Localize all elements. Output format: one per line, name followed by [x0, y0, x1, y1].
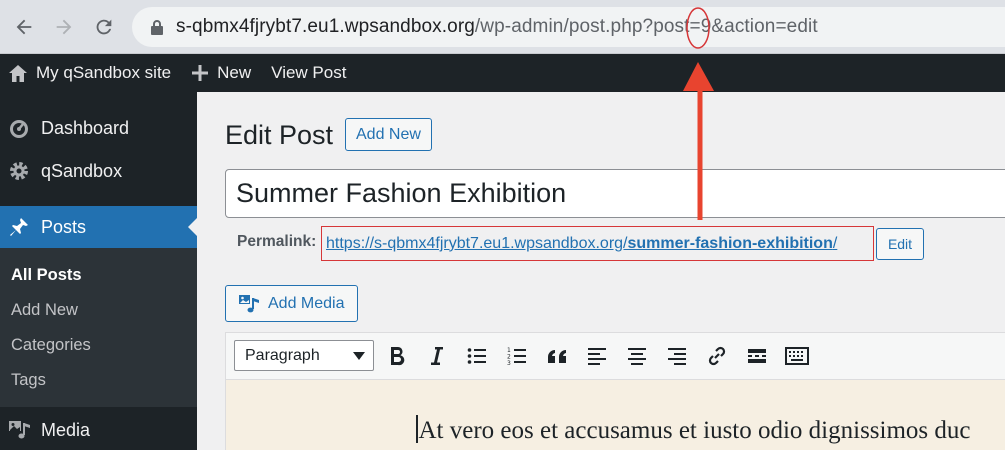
browser-toolbar: s-qbmx4fjrybt7.eu1.wpsandbox.org/wp-admi…	[0, 0, 1005, 54]
permalink-link[interactable]: https://s-qbmx4fjrybt7.eu1.wpsandbox.org…	[326, 235, 837, 253]
permalink-edit-button[interactable]: Edit	[876, 228, 924, 260]
url-host: s-qbmx4fjrybt7.eu1.wpsandbox.org	[176, 16, 475, 37]
submenu-all-posts[interactable]: All Posts	[11, 266, 82, 285]
add-media-label: Add Media	[268, 294, 345, 312]
submenu-add-new[interactable]: Add New	[11, 301, 78, 320]
permalink-trailing: /	[832, 234, 838, 252]
url-suffix: &action=edit	[711, 16, 818, 37]
pushpin-icon	[10, 218, 28, 236]
numbered-list-button[interactable]: 123	[504, 343, 530, 369]
quote-icon	[548, 350, 566, 363]
permalink-label: Permalink:	[237, 233, 317, 250]
permalink-base: https://s-qbmx4fjrybt7.eu1.wpsandbox.org…	[326, 234, 628, 252]
permalink-slug: summer-fashion-exhibition	[627, 234, 833, 252]
svg-text:3: 3	[507, 360, 511, 366]
format-select-value: Paragraph	[245, 346, 320, 364]
view-post-label: View Post	[271, 63, 347, 82]
admin-bar-view-post[interactable]: View Post	[271, 63, 346, 83]
sidebar-label-dashboard: Dashboard	[41, 117, 130, 138]
sidebar-label-posts: Posts	[41, 216, 87, 237]
new-label: New	[217, 63, 252, 82]
media-icon	[9, 421, 30, 439]
forward-button[interactable]	[46, 9, 82, 45]
italic-icon	[431, 347, 443, 365]
bullet-list-icon	[467, 348, 486, 364]
editor-text-line: At vero eos et accusamus et iusto odio d…	[416, 415, 971, 445]
active-indicator	[188, 218, 197, 236]
link-icon	[708, 346, 726, 366]
reload-button[interactable]	[86, 9, 122, 45]
url-path: /wp-admin/post.php?post=	[474, 16, 701, 37]
editor-content-area[interactable]: At vero eos et accusamus et iusto odio d…	[226, 380, 1005, 450]
format-select[interactable]: Paragraph	[234, 340, 374, 371]
chevron-down-icon	[353, 352, 365, 360]
keyboard-icon	[785, 347, 809, 365]
read-more-icon	[748, 349, 766, 363]
home-icon	[9, 64, 27, 82]
editor-text: At vero eos et accusamus et iusto odio d…	[418, 417, 971, 444]
address-bar[interactable]: s-qbmx4fjrybt7.eu1.wpsandbox.org/wp-admi…	[132, 7, 1005, 47]
add-media-button[interactable]: Add Media	[225, 285, 358, 322]
plus-icon	[192, 65, 209, 81]
back-button[interactable]	[6, 9, 42, 45]
submenu-categories[interactable]: Categories	[11, 336, 91, 355]
reload-icon	[96, 19, 112, 35]
classic-editor: Paragraph 123 At vero eos et accusamus e…	[225, 332, 1005, 450]
site-name: My qSandbox site	[36, 63, 172, 82]
bold-icon	[391, 347, 405, 366]
forward-arrow-icon	[56, 19, 72, 35]
numbered-list-icon: 123	[507, 347, 526, 366]
wp-admin-bar: My qSandbox site New View Post	[0, 54, 1005, 92]
align-right-button[interactable]	[664, 343, 690, 369]
add-new-button[interactable]: Add New	[345, 118, 432, 151]
read-more-button[interactable]	[744, 343, 770, 369]
sidebar-label-media: Media	[41, 419, 91, 440]
sidebar-item-posts[interactable]: Posts	[0, 206, 197, 248]
posts-submenu: All Posts Add New Categories Tags	[0, 248, 197, 407]
align-center-icon	[628, 348, 646, 365]
blockquote-button[interactable]	[544, 343, 570, 369]
sidebar-item-dashboard[interactable]: Dashboard	[0, 114, 197, 142]
admin-sidebar: Dashboard qSandbox Posts All Posts Add N…	[0, 92, 197, 450]
admin-bar-site[interactable]: My qSandbox site	[8, 63, 171, 83]
align-left-button[interactable]	[584, 343, 610, 369]
gear-icon	[10, 162, 28, 180]
lock-icon	[151, 20, 163, 35]
insert-link-button[interactable]	[704, 343, 730, 369]
align-left-icon	[588, 348, 606, 365]
permalink-highlight: https://s-qbmx4fjrybt7.eu1.wpsandbox.org…	[321, 226, 874, 261]
admin-bar-new[interactable]: New	[191, 63, 251, 83]
align-right-icon	[668, 348, 686, 365]
align-center-button[interactable]	[624, 343, 650, 369]
add-media-icon	[239, 294, 259, 312]
italic-button[interactable]	[424, 343, 450, 369]
sidebar-item-qsandbox[interactable]: qSandbox	[0, 157, 197, 185]
post-title-input[interactable]: Summer Fashion Exhibition	[225, 169, 1005, 218]
url-text: s-qbmx4fjrybt7.eu1.wpsandbox.org/wp-admi…	[176, 16, 818, 38]
bullet-list-button[interactable]	[464, 343, 490, 369]
toolbar-toggle-button[interactable]	[784, 343, 810, 369]
main-content: Edit Post Add New Summer Fashion Exhibit…	[197, 92, 1005, 450]
back-arrow-icon	[16, 19, 32, 35]
sidebar-label-qsandbox: qSandbox	[41, 160, 123, 181]
url-post-id: 9	[700, 16, 712, 37]
editor-toolbar: Paragraph 123	[226, 333, 1005, 380]
bold-button[interactable]	[384, 343, 410, 369]
dashboard-icon	[10, 120, 28, 138]
text-cursor	[416, 415, 418, 443]
sidebar-item-media[interactable]: Media	[0, 416, 197, 444]
submenu-tags[interactable]: Tags	[11, 371, 46, 390]
page-title: Edit Post	[225, 120, 334, 150]
